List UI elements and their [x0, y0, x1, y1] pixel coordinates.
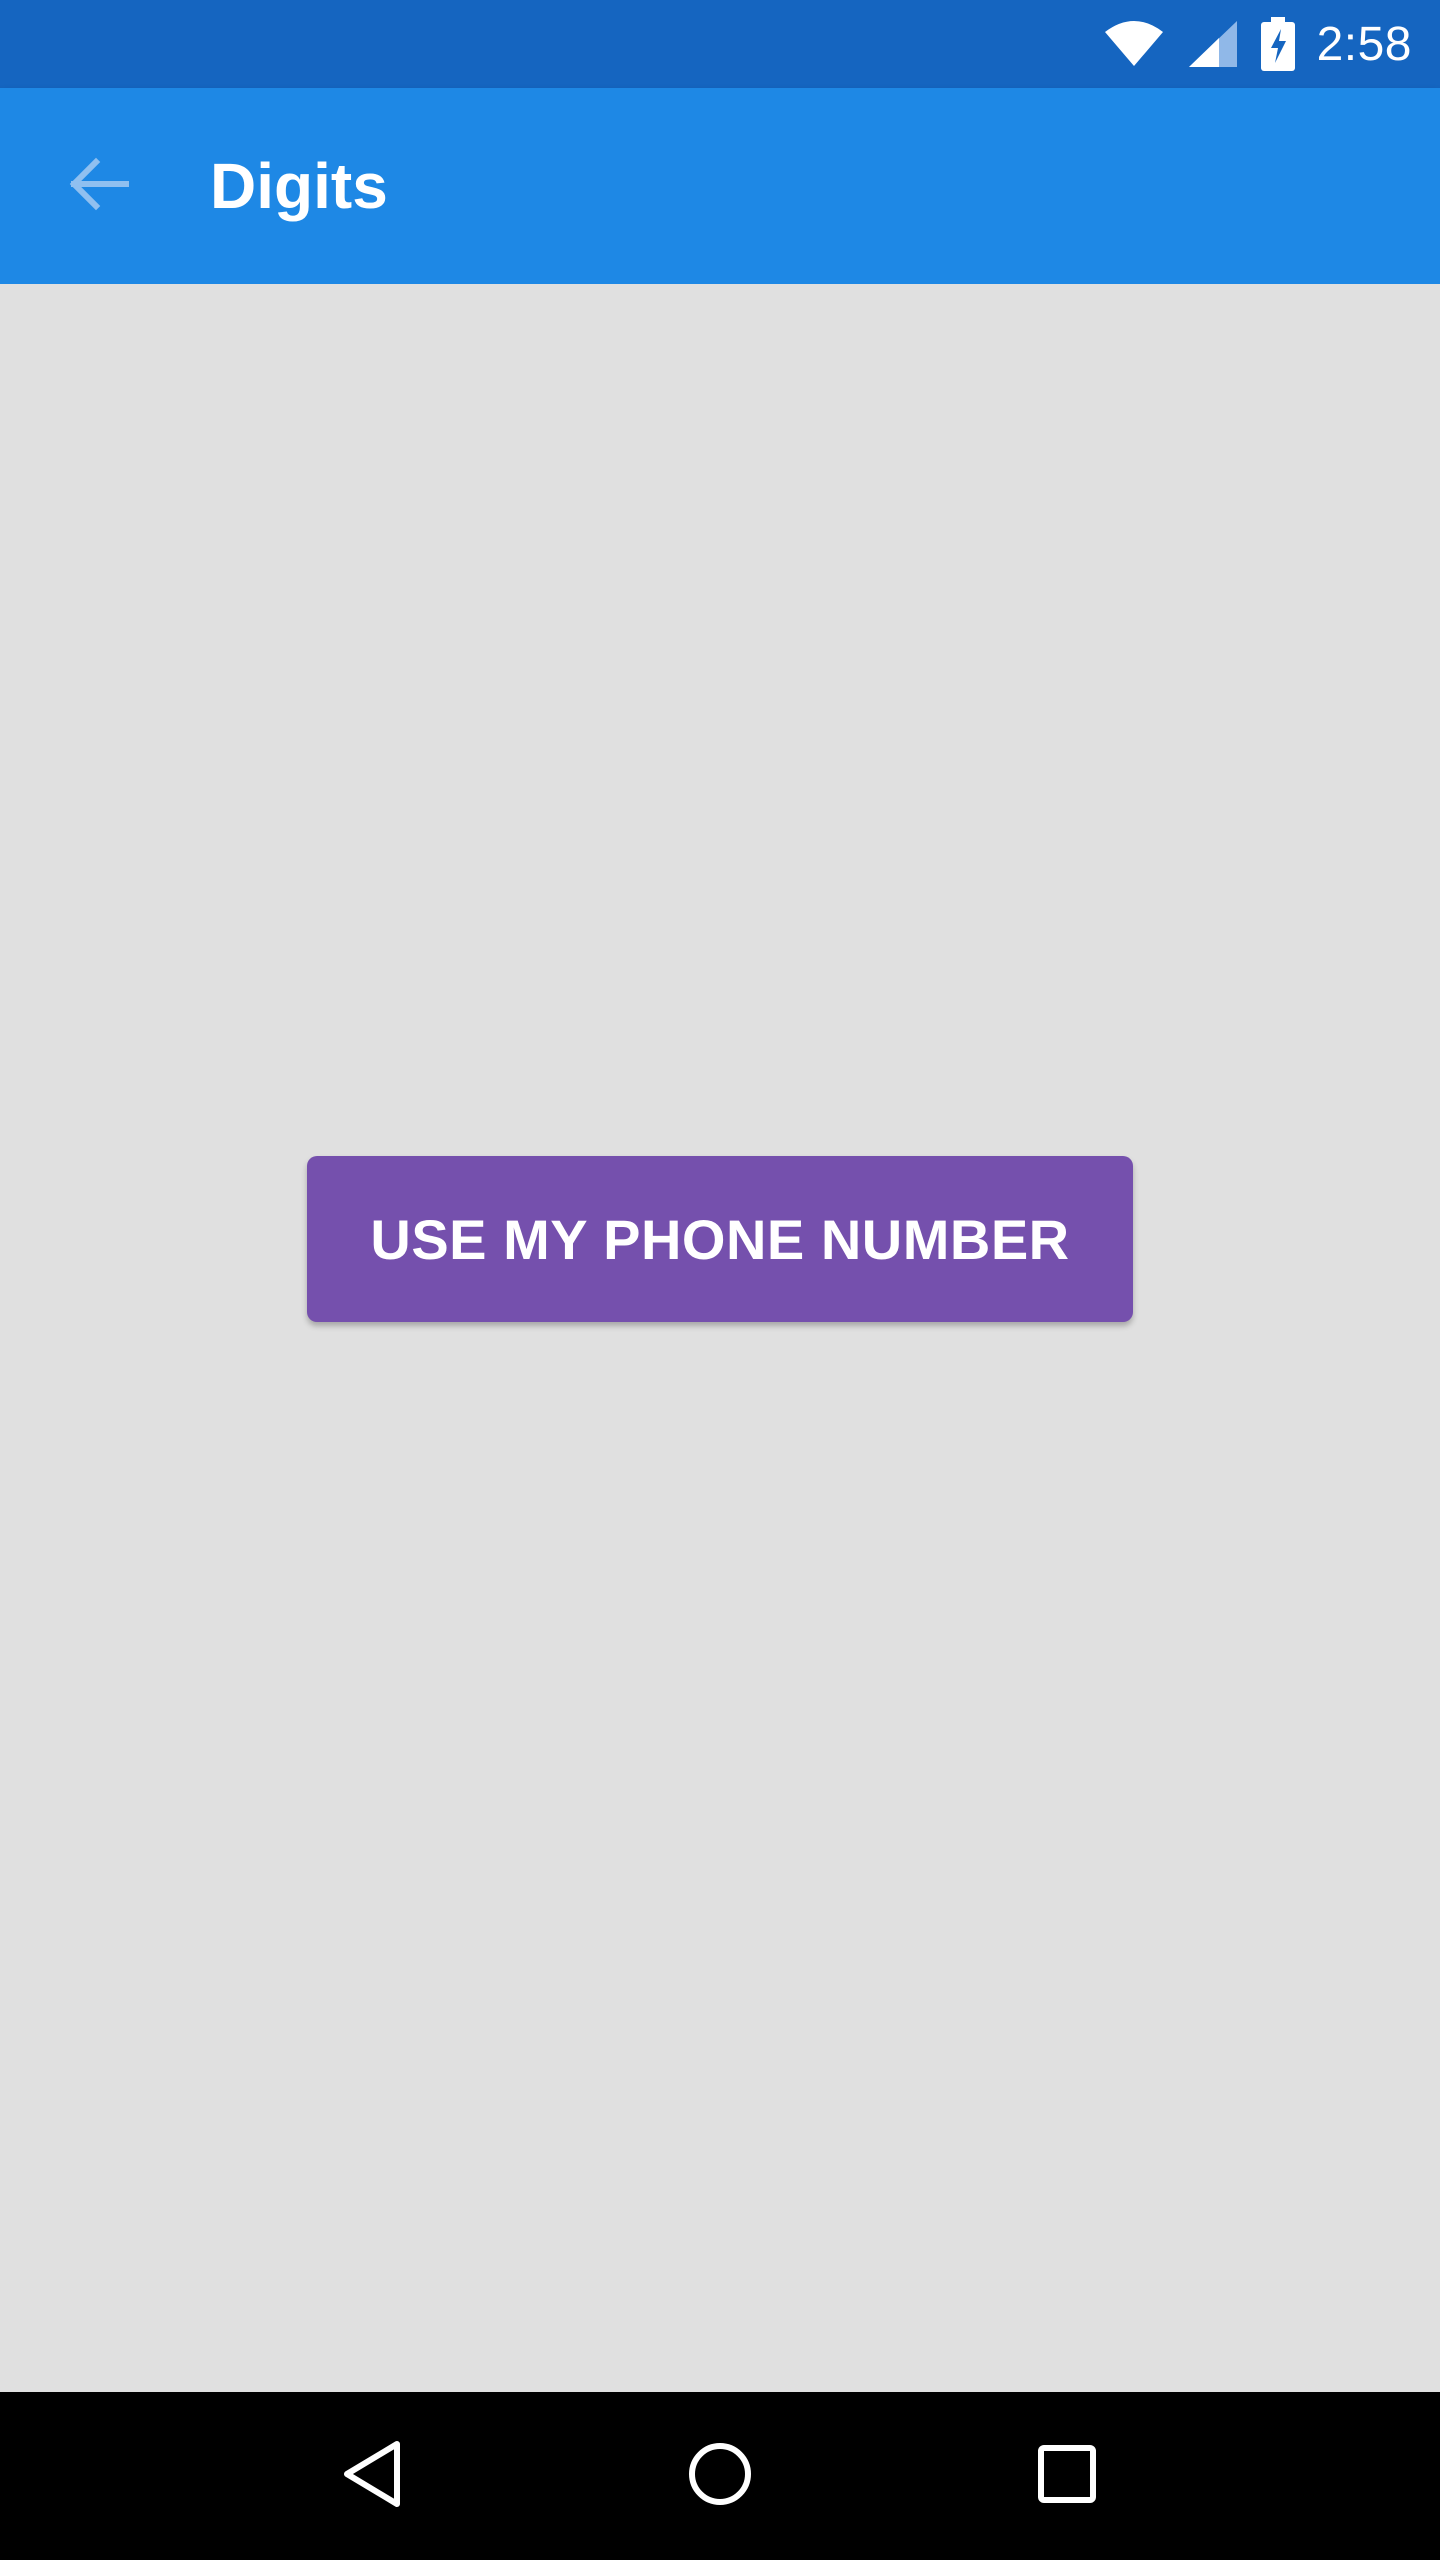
- recents-square-icon: [1037, 2444, 1097, 2509]
- navigation-bar: [0, 2392, 1440, 2560]
- back-button[interactable]: [48, 136, 148, 236]
- home-circle-icon: [687, 2441, 753, 2512]
- nav-home-button[interactable]: [660, 2416, 780, 2536]
- status-time: 2:58: [1316, 17, 1412, 71]
- nav-back-button[interactable]: [313, 2416, 433, 2536]
- nav-recents-button[interactable]: [1007, 2416, 1127, 2536]
- page-title: Digits: [210, 150, 388, 222]
- use-phone-number-button[interactable]: USE MY PHONE NUMBER: [307, 1156, 1133, 1322]
- cell-signal-icon: [1187, 19, 1239, 69]
- back-triangle-icon: [341, 2439, 405, 2514]
- battery-charging-icon: [1260, 17, 1295, 71]
- main-content: USE MY PHONE NUMBER: [0, 284, 1440, 2392]
- status-bar: 2:58: [0, 0, 1440, 88]
- arrow-back-icon: [66, 156, 130, 217]
- app-bar: Digits: [0, 88, 1440, 284]
- wifi-icon: [1103, 20, 1165, 68]
